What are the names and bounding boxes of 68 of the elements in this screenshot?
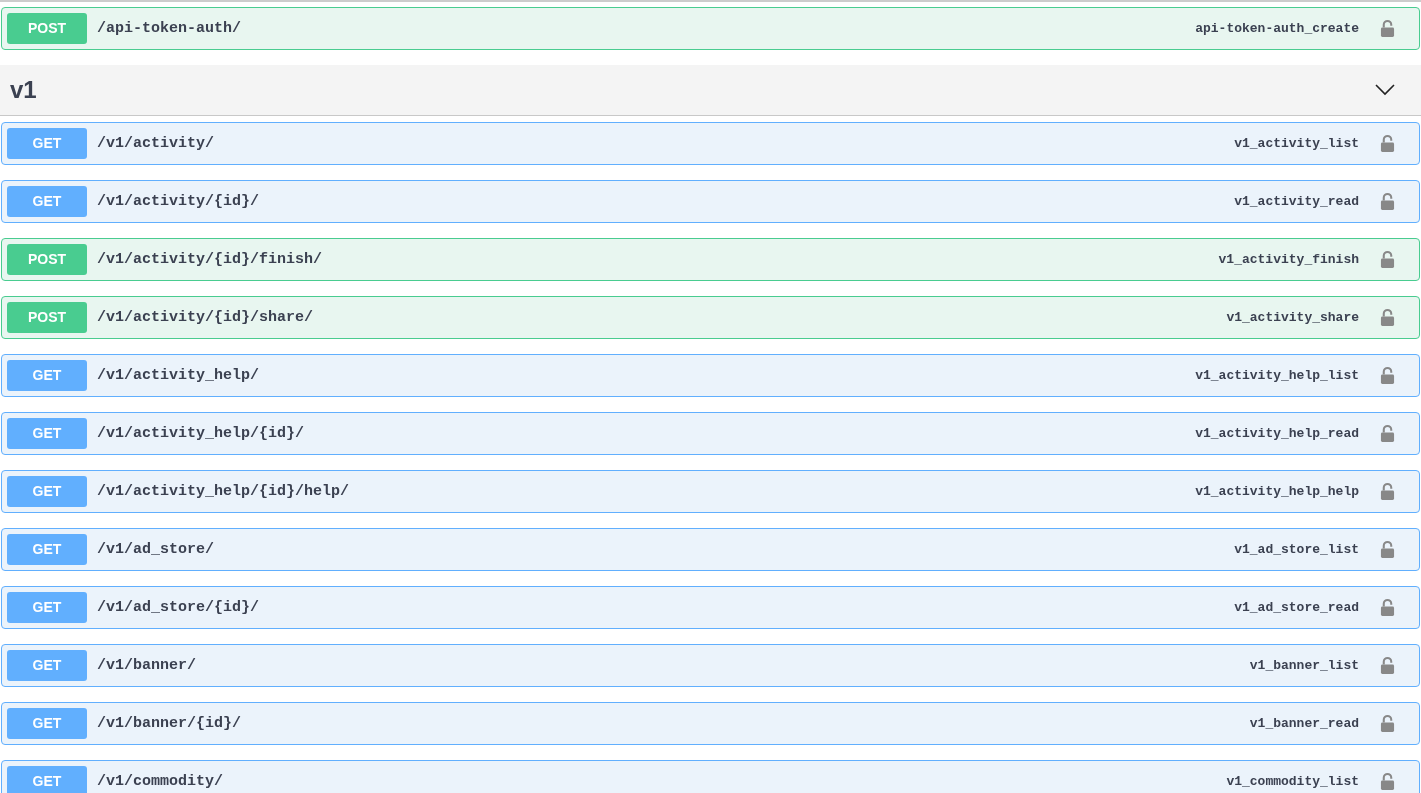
operation-id: v1_ad_store_read	[1234, 600, 1359, 615]
method-badge: POST	[7, 13, 87, 44]
operation-row[interactable]: GET /v1/activity_help/{id}/help/ v1_activity_help_help	[1, 470, 1420, 513]
method-badge: GET	[7, 592, 87, 623]
operation-row[interactable]: GET /v1/banner/ v1_banner_list	[1, 644, 1420, 687]
operation-path: /v1/ad_store/	[97, 541, 215, 558]
chevron-icon[interactable]	[1375, 84, 1395, 96]
method-badge: GET	[7, 418, 87, 449]
operation-row[interactable]: GET /v1/ad_store/{id}/ v1_ad_store_read	[1, 586, 1420, 629]
operation-row[interactable]: GET /v1/activity/{id}/ v1_activity_read	[1, 180, 1420, 223]
method-badge: GET	[7, 534, 87, 565]
operation-id: v1_activity_finish	[1218, 252, 1359, 267]
operation-path: /v1/commodity/	[97, 773, 224, 790]
padlock-icon[interactable]	[1380, 134, 1395, 153]
operation-row[interactable]: GET /v1/activity_help/{id}/ v1_activity_help_read	[1, 412, 1420, 455]
padlock-icon[interactable]	[1380, 308, 1395, 327]
operation-path: /v1/activity/{id}/finish/	[97, 251, 323, 268]
method-badge: GET	[7, 128, 87, 159]
operation-path: /v1/activity/	[97, 135, 215, 152]
operation-id: v1_activity_read	[1234, 194, 1359, 209]
operation-row[interactable]: GET /v1/activity_help/ v1_activity_help_list	[1, 354, 1420, 397]
method-badge: GET	[7, 476, 87, 507]
operation-path: /v1/activity/{id}/	[97, 193, 260, 210]
padlock-icon[interactable]	[1380, 192, 1395, 211]
method-badge: POST	[7, 244, 87, 275]
padlock-icon[interactable]	[1380, 482, 1395, 501]
method-badge: GET	[7, 186, 87, 217]
method-badge: GET	[7, 650, 87, 681]
operation-id: v1_activity_list	[1234, 136, 1359, 151]
section-header[interactable]: v1	[0, 65, 1421, 116]
method-badge: GET	[7, 360, 87, 391]
padlock-icon[interactable]	[1380, 250, 1395, 269]
operation-id: v1_banner_list	[1249, 658, 1359, 673]
padlock-icon[interactable]	[1380, 656, 1395, 675]
padlock-icon[interactable]	[1380, 424, 1395, 443]
operation-path: /v1/ad_store/{id}/	[97, 599, 260, 616]
operation-path: /v1/activity/{id}/share/	[97, 309, 314, 326]
operation-path: /v1/activity_help/{id}/	[97, 425, 305, 442]
operation-row[interactable]: GET /v1/ad_store/ v1_ad_store_list	[1, 528, 1420, 571]
operation-id: v1_commodity_list	[1226, 774, 1359, 789]
operation-path: /v1/activity_help/{id}/help/	[97, 483, 350, 500]
operation-path: /v1/banner/{id}/	[97, 715, 242, 732]
method-badge: POST	[7, 302, 87, 333]
operation-row[interactable]: GET /v1/banner/{id}/ v1_banner_read	[1, 702, 1420, 745]
operation-path: /api-token-auth/	[97, 20, 242, 37]
operation-row[interactable]: POST /v1/activity/{id}/finish/ v1_activity_finish	[1, 238, 1420, 281]
operation-row[interactable]: GET /v1/activity/ v1_activity_list	[1, 122, 1420, 165]
operation-row[interactable]: POST /api-token-auth/ api-token-auth_create	[1, 7, 1420, 50]
padlock-icon[interactable]	[1380, 19, 1395, 38]
operation-row[interactable]: POST /v1/activity/{id}/share/ v1_activity_share	[1, 296, 1420, 339]
padlock-icon[interactable]	[1380, 598, 1395, 617]
section-title: v1	[10, 76, 37, 104]
operation-id: v1_banner_read	[1249, 716, 1359, 731]
operation-id: api-token-auth_create	[1195, 21, 1359, 36]
method-badge: GET	[7, 708, 87, 739]
padlock-icon[interactable]	[1380, 366, 1395, 385]
padlock-icon[interactable]	[1380, 540, 1395, 559]
operation-id: v1_activity_help_help	[1195, 484, 1359, 499]
padlock-icon[interactable]	[1380, 714, 1395, 733]
operation-path: /v1/banner/	[97, 657, 197, 674]
operation-id: v1_activity_help_list	[1195, 368, 1359, 383]
padlock-icon[interactable]	[1380, 772, 1395, 791]
operation-row[interactable]: GET /v1/commodity/ v1_commodity_list	[1, 760, 1420, 793]
operation-id: v1_activity_help_read	[1195, 426, 1359, 441]
operation-id: v1_activity_share	[1226, 310, 1359, 325]
method-badge: GET	[7, 766, 87, 793]
operation-id: v1_ad_store_list	[1234, 542, 1359, 557]
operation-path: /v1/activity_help/	[97, 367, 260, 384]
